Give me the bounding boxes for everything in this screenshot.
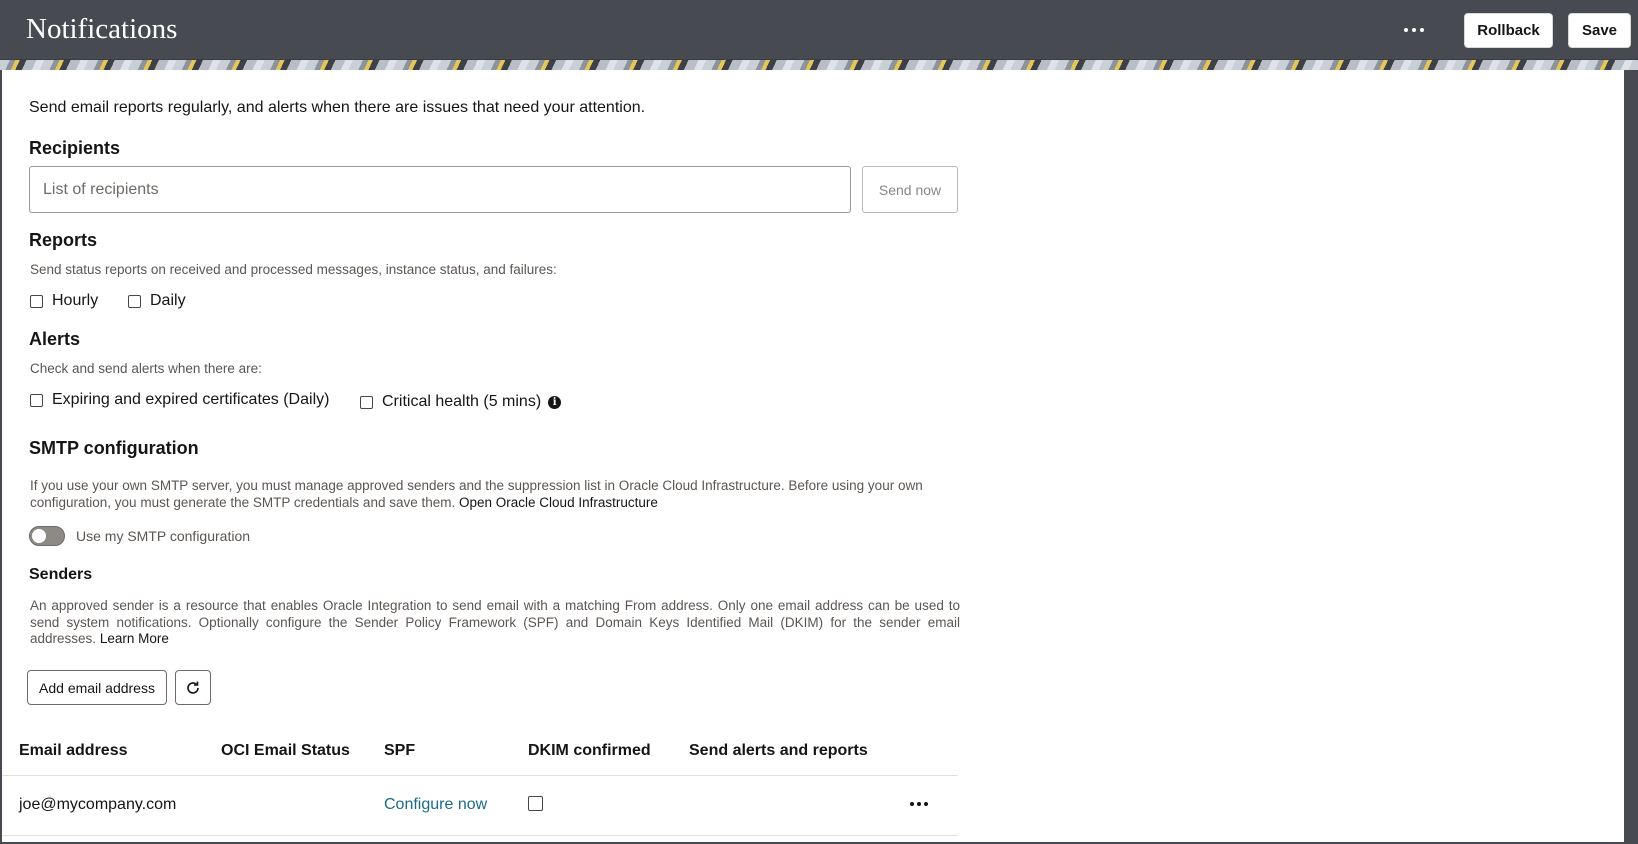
alerts-description: Check and send alerts when there are: bbox=[30, 361, 262, 376]
smtp-heading: SMTP configuration bbox=[29, 438, 199, 458]
page-header: Notifications Rollback Save bbox=[0, 0, 1638, 60]
toggle-knob bbox=[32, 529, 46, 543]
hourly-label: Hourly bbox=[52, 292, 99, 309]
save-button[interactable]: Save bbox=[1568, 13, 1631, 48]
critical-health-label: Critical health (5 mins) bbox=[382, 393, 542, 410]
refresh-button[interactable] bbox=[175, 670, 211, 705]
recipients-heading: Recipients bbox=[29, 138, 121, 158]
column-header-oci-status: OCI Email Status bbox=[221, 742, 350, 759]
intro-text: Send email reports regularly, and alerts… bbox=[29, 99, 646, 116]
smtp-toggle-label: Use my SMTP configuration bbox=[76, 528, 251, 544]
add-email-address-button[interactable]: Add email address bbox=[27, 670, 167, 705]
column-header-dkim: DKIM confirmed bbox=[528, 742, 651, 759]
right-frame-edge bbox=[1624, 70, 1638, 844]
table-row-divider bbox=[2, 835, 958, 836]
rollback-button[interactable]: Rollback bbox=[1464, 13, 1553, 48]
senders-description: An approved sender is a resource that en… bbox=[30, 598, 960, 648]
smtp-description: If you use your own SMTP server, you mus… bbox=[30, 478, 960, 511]
learn-more-link[interactable]: Learn More bbox=[100, 631, 169, 646]
column-header-email: Email address bbox=[19, 742, 128, 759]
left-frame-edge bbox=[0, 70, 2, 844]
recipients-input[interactable] bbox=[29, 166, 851, 213]
daily-label: Daily bbox=[150, 292, 186, 309]
hourly-checkbox[interactable] bbox=[30, 294, 43, 308]
row-email: joe@mycompany.com bbox=[19, 796, 177, 813]
critical-health-option[interactable]: Critical health (5 mins) i bbox=[360, 393, 562, 411]
table-header-divider bbox=[2, 775, 958, 776]
send-now-button[interactable]: Send now bbox=[862, 166, 958, 213]
daily-checkbox[interactable] bbox=[128, 294, 141, 308]
certificates-checkbox[interactable] bbox=[30, 393, 43, 407]
hourly-option[interactable]: Hourly bbox=[30, 292, 98, 310]
refresh-icon bbox=[187, 681, 199, 694]
header-banner-pattern bbox=[0, 60, 1638, 70]
dkim-confirmed-checkbox[interactable] bbox=[528, 796, 543, 811]
row-more-icon[interactable] bbox=[906, 796, 932, 812]
open-oci-link[interactable]: Open Oracle Cloud Infrastructure bbox=[459, 495, 658, 510]
certificates-option[interactable]: Expiring and expired certificates (Daily… bbox=[30, 391, 329, 409]
configure-now-link[interactable]: Configure now bbox=[384, 796, 487, 814]
column-header-send-alerts: Send alerts and reports bbox=[689, 742, 868, 759]
alerts-heading: Alerts bbox=[29, 329, 81, 349]
certificates-label: Expiring and expired certificates (Daily… bbox=[52, 391, 330, 408]
senders-description-text: An approved sender is a resource that en… bbox=[30, 598, 960, 646]
senders-heading: Senders bbox=[29, 566, 93, 583]
column-header-spf: SPF bbox=[384, 742, 416, 759]
more-actions-icon[interactable] bbox=[1396, 16, 1432, 44]
daily-option[interactable]: Daily bbox=[128, 292, 186, 310]
info-icon[interactable]: i bbox=[548, 395, 562, 409]
critical-health-checkbox[interactable] bbox=[360, 395, 373, 409]
smtp-toggle[interactable] bbox=[29, 526, 65, 546]
reports-heading: Reports bbox=[29, 230, 98, 250]
reports-description: Send status reports on received and proc… bbox=[30, 262, 557, 277]
page-title: Notifications bbox=[26, 13, 178, 45]
